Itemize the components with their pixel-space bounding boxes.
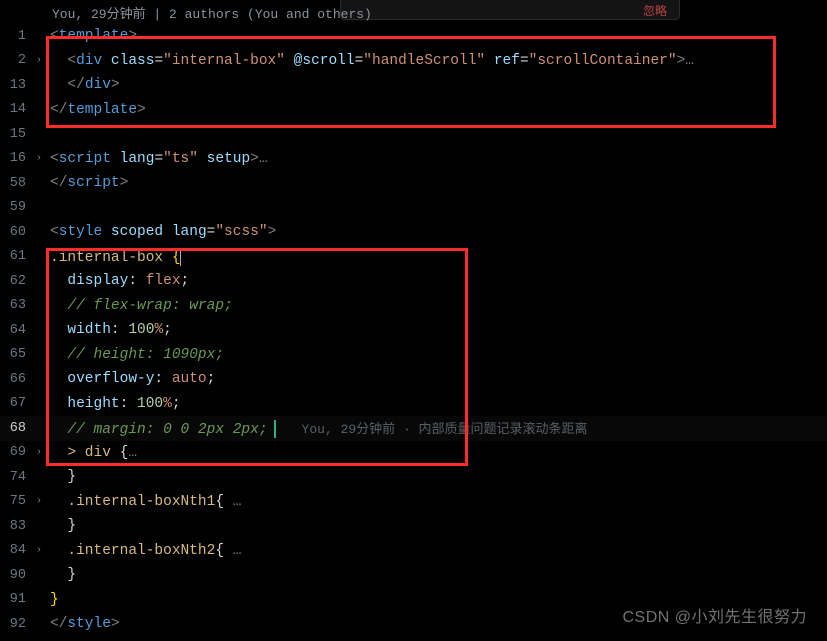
code-line[interactable]: 14 </template> bbox=[0, 98, 827, 123]
line-number: 75 bbox=[0, 494, 30, 509]
line-number: 13 bbox=[0, 78, 30, 93]
code-line-current[interactable]: 68 // margin: 0 0 2px 2px;You, 29分钟前 · 内… bbox=[0, 416, 827, 441]
inline-blame: You, 29分钟前 · 内部质量问题记录滚动条距离 bbox=[282, 422, 588, 437]
line-number: 1 bbox=[0, 29, 30, 44]
code-line[interactable]: 74 } bbox=[0, 465, 827, 490]
line-number: 14 bbox=[0, 102, 30, 117]
code-line[interactable]: 15 bbox=[0, 122, 827, 147]
code-line[interactable]: 90 } bbox=[0, 563, 827, 588]
line-number: 60 bbox=[0, 225, 30, 240]
fold-icon[interactable]: › bbox=[30, 447, 48, 458]
fold-icon[interactable]: › bbox=[30, 55, 48, 66]
git-blame-header: You, 29分钟前 | 2 authors (You and others) bbox=[0, 0, 827, 24]
line-number: 92 bbox=[0, 617, 30, 632]
code-line[interactable]: 63 // flex-wrap: wrap; bbox=[0, 294, 827, 319]
code-line[interactable]: 64 width: 100%; bbox=[0, 318, 827, 343]
line-number: 68 bbox=[0, 421, 30, 436]
line-number: 83 bbox=[0, 519, 30, 534]
code-editor[interactable]: You, 29分钟前 | 2 authors (You and others) … bbox=[0, 0, 827, 637]
line-number: 62 bbox=[0, 274, 30, 289]
line-number: 59 bbox=[0, 200, 30, 215]
code-line[interactable]: 84 › .internal-boxNth2{ … bbox=[0, 539, 827, 564]
line-number: 16 bbox=[0, 151, 30, 166]
code-line[interactable]: 1 <template> bbox=[0, 24, 827, 49]
line-number: 91 bbox=[0, 592, 30, 607]
line-number: 64 bbox=[0, 323, 30, 338]
code-line[interactable]: 83 } bbox=[0, 514, 827, 539]
text-cursor bbox=[180, 248, 181, 266]
line-number: 61 bbox=[0, 249, 30, 264]
code-line[interactable]: 67 height: 100%; bbox=[0, 392, 827, 417]
code-line[interactable]: 62 display: flex; bbox=[0, 269, 827, 294]
code-line[interactable]: 58 </script> bbox=[0, 171, 827, 196]
line-number: 67 bbox=[0, 396, 30, 411]
line-number: 2 bbox=[0, 53, 30, 68]
code-line[interactable]: 75 › .internal-boxNth1{ … bbox=[0, 490, 827, 515]
code-line[interactable]: 69 › > div {… bbox=[0, 441, 827, 466]
line-number: 58 bbox=[0, 176, 30, 191]
code-line[interactable]: 60 <style scoped lang="scss"> bbox=[0, 220, 827, 245]
code-line[interactable]: 16 › <script lang="ts" setup>… bbox=[0, 147, 827, 172]
code-line[interactable]: 61 .internal-box { bbox=[0, 245, 827, 270]
diff-marker-icon bbox=[274, 420, 276, 438]
line-number: 90 bbox=[0, 568, 30, 583]
code-line[interactable]: 66 overflow-y: auto; bbox=[0, 367, 827, 392]
line-number: 63 bbox=[0, 298, 30, 313]
line-number: 66 bbox=[0, 372, 30, 387]
line-number: 65 bbox=[0, 347, 30, 362]
line-number: 15 bbox=[0, 127, 30, 142]
line-number: 84 bbox=[0, 543, 30, 558]
code-line[interactable]: 13 </div> bbox=[0, 73, 827, 98]
code-line[interactable]: 65 // height: 1090px; bbox=[0, 343, 827, 368]
line-number: 69 bbox=[0, 445, 30, 460]
code-line[interactable]: 2 › <div class="internal-box" @scroll="h… bbox=[0, 49, 827, 74]
line-number: 74 bbox=[0, 470, 30, 485]
watermark: CSDN @小刘先生很努力 bbox=[622, 603, 807, 627]
fold-icon[interactable]: › bbox=[30, 545, 48, 556]
code-line[interactable]: 59 bbox=[0, 196, 827, 221]
fold-icon[interactable]: › bbox=[30, 153, 48, 164]
blame-text: You, 29分钟前 | 2 authors (You and others) bbox=[52, 3, 372, 22]
fold-icon[interactable]: › bbox=[30, 496, 48, 507]
